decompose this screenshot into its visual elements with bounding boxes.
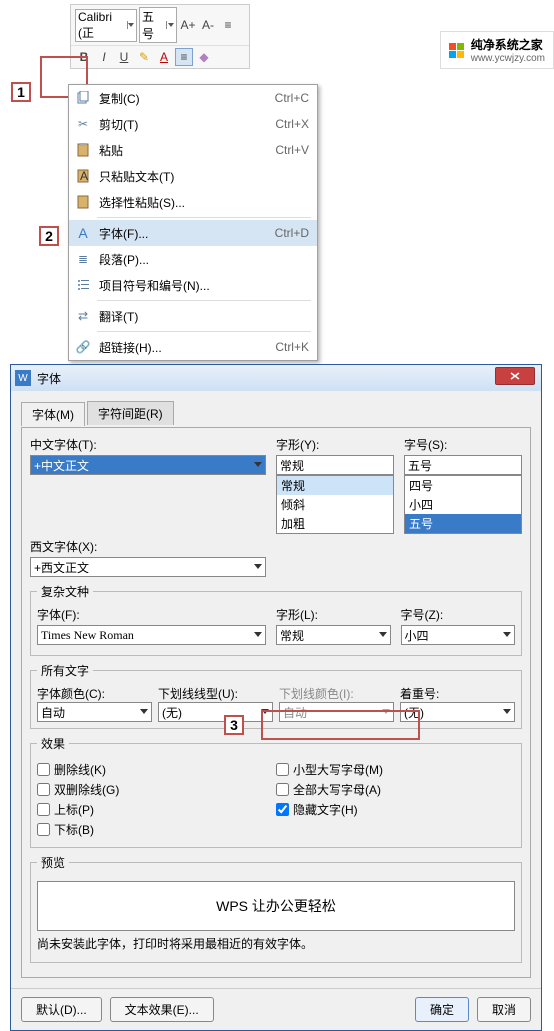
cb-dstrike[interactable]: 双删除线(G) (37, 781, 276, 798)
cb-sup[interactable]: 上标(P) (37, 801, 276, 818)
list-icon (75, 277, 91, 293)
menu-cut[interactable]: ✂剪切(T)Ctrl+X (69, 111, 317, 137)
underline-color-input: 自动 (279, 702, 394, 722)
size-input[interactable]: 五号 (404, 455, 522, 475)
tab-spacing[interactable]: 字符间距(R) (87, 401, 174, 425)
shrink-font-icon[interactable]: A- (199, 16, 217, 34)
app-icon: W (15, 370, 31, 386)
italic-icon[interactable]: I (95, 48, 113, 66)
clipboard-icon (75, 142, 91, 158)
cn-font-label: 中文字体(T): (30, 436, 266, 453)
menu-bullets[interactable]: 项目符号和编号(N)... (69, 272, 317, 298)
paste-text-icon: A (75, 168, 91, 184)
mini-toolbar: Calibri (正 五号 A+ A- ≡ B I U ✎ A ≡ ◆ (70, 4, 250, 69)
en-font-input[interactable]: +西文正文 (30, 557, 266, 577)
menu-hyperlink[interactable]: 🔗超链接(H)...Ctrl+K (69, 334, 317, 360)
close-button[interactable] (495, 367, 535, 385)
watermark: 纯净系统之家www.ycwjzy.com (440, 31, 554, 69)
highlight-icon[interactable]: ✎ (135, 48, 153, 66)
cn-font-input[interactable]: +中文正文 (30, 455, 266, 475)
paste-special-icon (75, 194, 91, 210)
font-name-box[interactable]: Calibri (正 (75, 9, 137, 42)
underline-input[interactable]: (无) (158, 702, 273, 722)
en-font-label: 西文字体(X): (30, 538, 266, 555)
preview-box: WPS 让办公更轻松 (37, 881, 515, 931)
callout-2: 2 (39, 226, 59, 246)
font-size-box[interactable]: 五号 (139, 7, 177, 43)
windows-logo-icon (449, 42, 465, 58)
style-input[interactable]: 常规 (276, 455, 394, 475)
default-button[interactable]: 默认(D)... (21, 997, 102, 1022)
style-label: 字形(Y): (276, 436, 394, 453)
font-color-input[interactable]: 自动 (37, 702, 152, 722)
chevron-down-icon[interactable] (127, 21, 134, 29)
preview-note: 尚未安装此字体，打印时将采用最相近的有效字体。 (37, 935, 515, 952)
link-icon: 🔗 (75, 339, 91, 355)
bold-icon[interactable]: B (75, 48, 93, 66)
cb-hidden[interactable]: 隐藏文字(H) (276, 801, 515, 818)
effects-fieldset: 效果 删除线(K) 双删除线(G) 上标(P) 下标(B) 小型大写字母(M) … (30, 735, 522, 848)
menu-translate[interactable]: ⇄翻译(T) (69, 303, 317, 329)
menu-copy[interactable]: 复制(C)Ctrl+C (69, 85, 317, 111)
alltext-fieldset: 所有文字 字体颜色(C):自动 下划线线型(U):(无) 下划线颜色(I):自动… (30, 662, 522, 729)
chevron-down-icon[interactable] (166, 21, 174, 29)
font-a-icon: A (75, 225, 91, 241)
menu-font[interactable]: A字体(F)...Ctrl+D (69, 220, 317, 246)
cb-sub[interactable]: 下标(B) (37, 821, 276, 838)
font-dialog: W 字体 字体(M) 字符间距(R) 中文字体(T): +中文正文 字形(Y):… (10, 364, 542, 1031)
context-menu: 复制(C)Ctrl+C ✂剪切(T)Ctrl+X 粘贴Ctrl+V A只粘贴文本… (68, 84, 318, 361)
svg-text:A: A (80, 169, 88, 183)
textfx-button[interactable]: 文本效果(E)... (110, 997, 214, 1022)
line-spacing-icon[interactable]: ≡ (219, 16, 237, 34)
callout-3: 3 (224, 715, 244, 735)
underline-icon[interactable]: U (115, 48, 133, 66)
complex-fieldset: 复杂文种 字体(F):Times New Roman 字形(L):常规 字号(Z… (30, 583, 522, 656)
scissors-icon: ✂ (75, 116, 91, 132)
callout-1: 1 (11, 82, 31, 102)
cb-allcaps[interactable]: 全部大写字母(A) (276, 781, 515, 798)
cancel-button[interactable]: 取消 (477, 997, 531, 1022)
paragraph-icon: ≣ (75, 251, 91, 267)
menu-paste[interactable]: 粘贴Ctrl+V (69, 137, 317, 163)
font-color-icon[interactable]: A (155, 48, 173, 66)
copy-icon (75, 90, 91, 106)
cb-strike[interactable]: 删除线(K) (37, 761, 276, 778)
cx-font-input[interactable]: Times New Roman (37, 625, 266, 645)
cx-size-input[interactable]: 小四 (401, 625, 516, 645)
align-icon[interactable]: ≡ (175, 48, 193, 66)
eraser-icon[interactable]: ◆ (195, 48, 213, 66)
menu-paragraph[interactable]: ≣段落(P)... (69, 246, 317, 272)
preview-fieldset: 预览 WPS 让办公更轻松 尚未安装此字体，打印时将采用最相近的有效字体。 (30, 854, 522, 963)
size-list[interactable]: 四号小四五号 (404, 475, 522, 534)
style-list[interactable]: 常规倾斜加粗 (276, 475, 394, 534)
emphasis-input[interactable]: (无) (400, 702, 515, 722)
cb-smallcaps[interactable]: 小型大写字母(M) (276, 761, 515, 778)
menu-paste-text[interactable]: A只粘贴文本(T) (69, 163, 317, 189)
tab-font[interactable]: 字体(M) (21, 402, 85, 426)
menu-paste-special[interactable]: 选择性粘贴(S)... (69, 189, 317, 215)
translate-icon: ⇄ (75, 308, 91, 324)
grow-font-icon[interactable]: A+ (179, 16, 197, 34)
size-label: 字号(S): (404, 436, 522, 453)
dialog-title: 字体 (37, 370, 61, 387)
cx-style-input[interactable]: 常规 (276, 625, 391, 645)
dialog-titlebar: W 字体 (11, 365, 541, 391)
ok-button[interactable]: 确定 (415, 997, 469, 1022)
